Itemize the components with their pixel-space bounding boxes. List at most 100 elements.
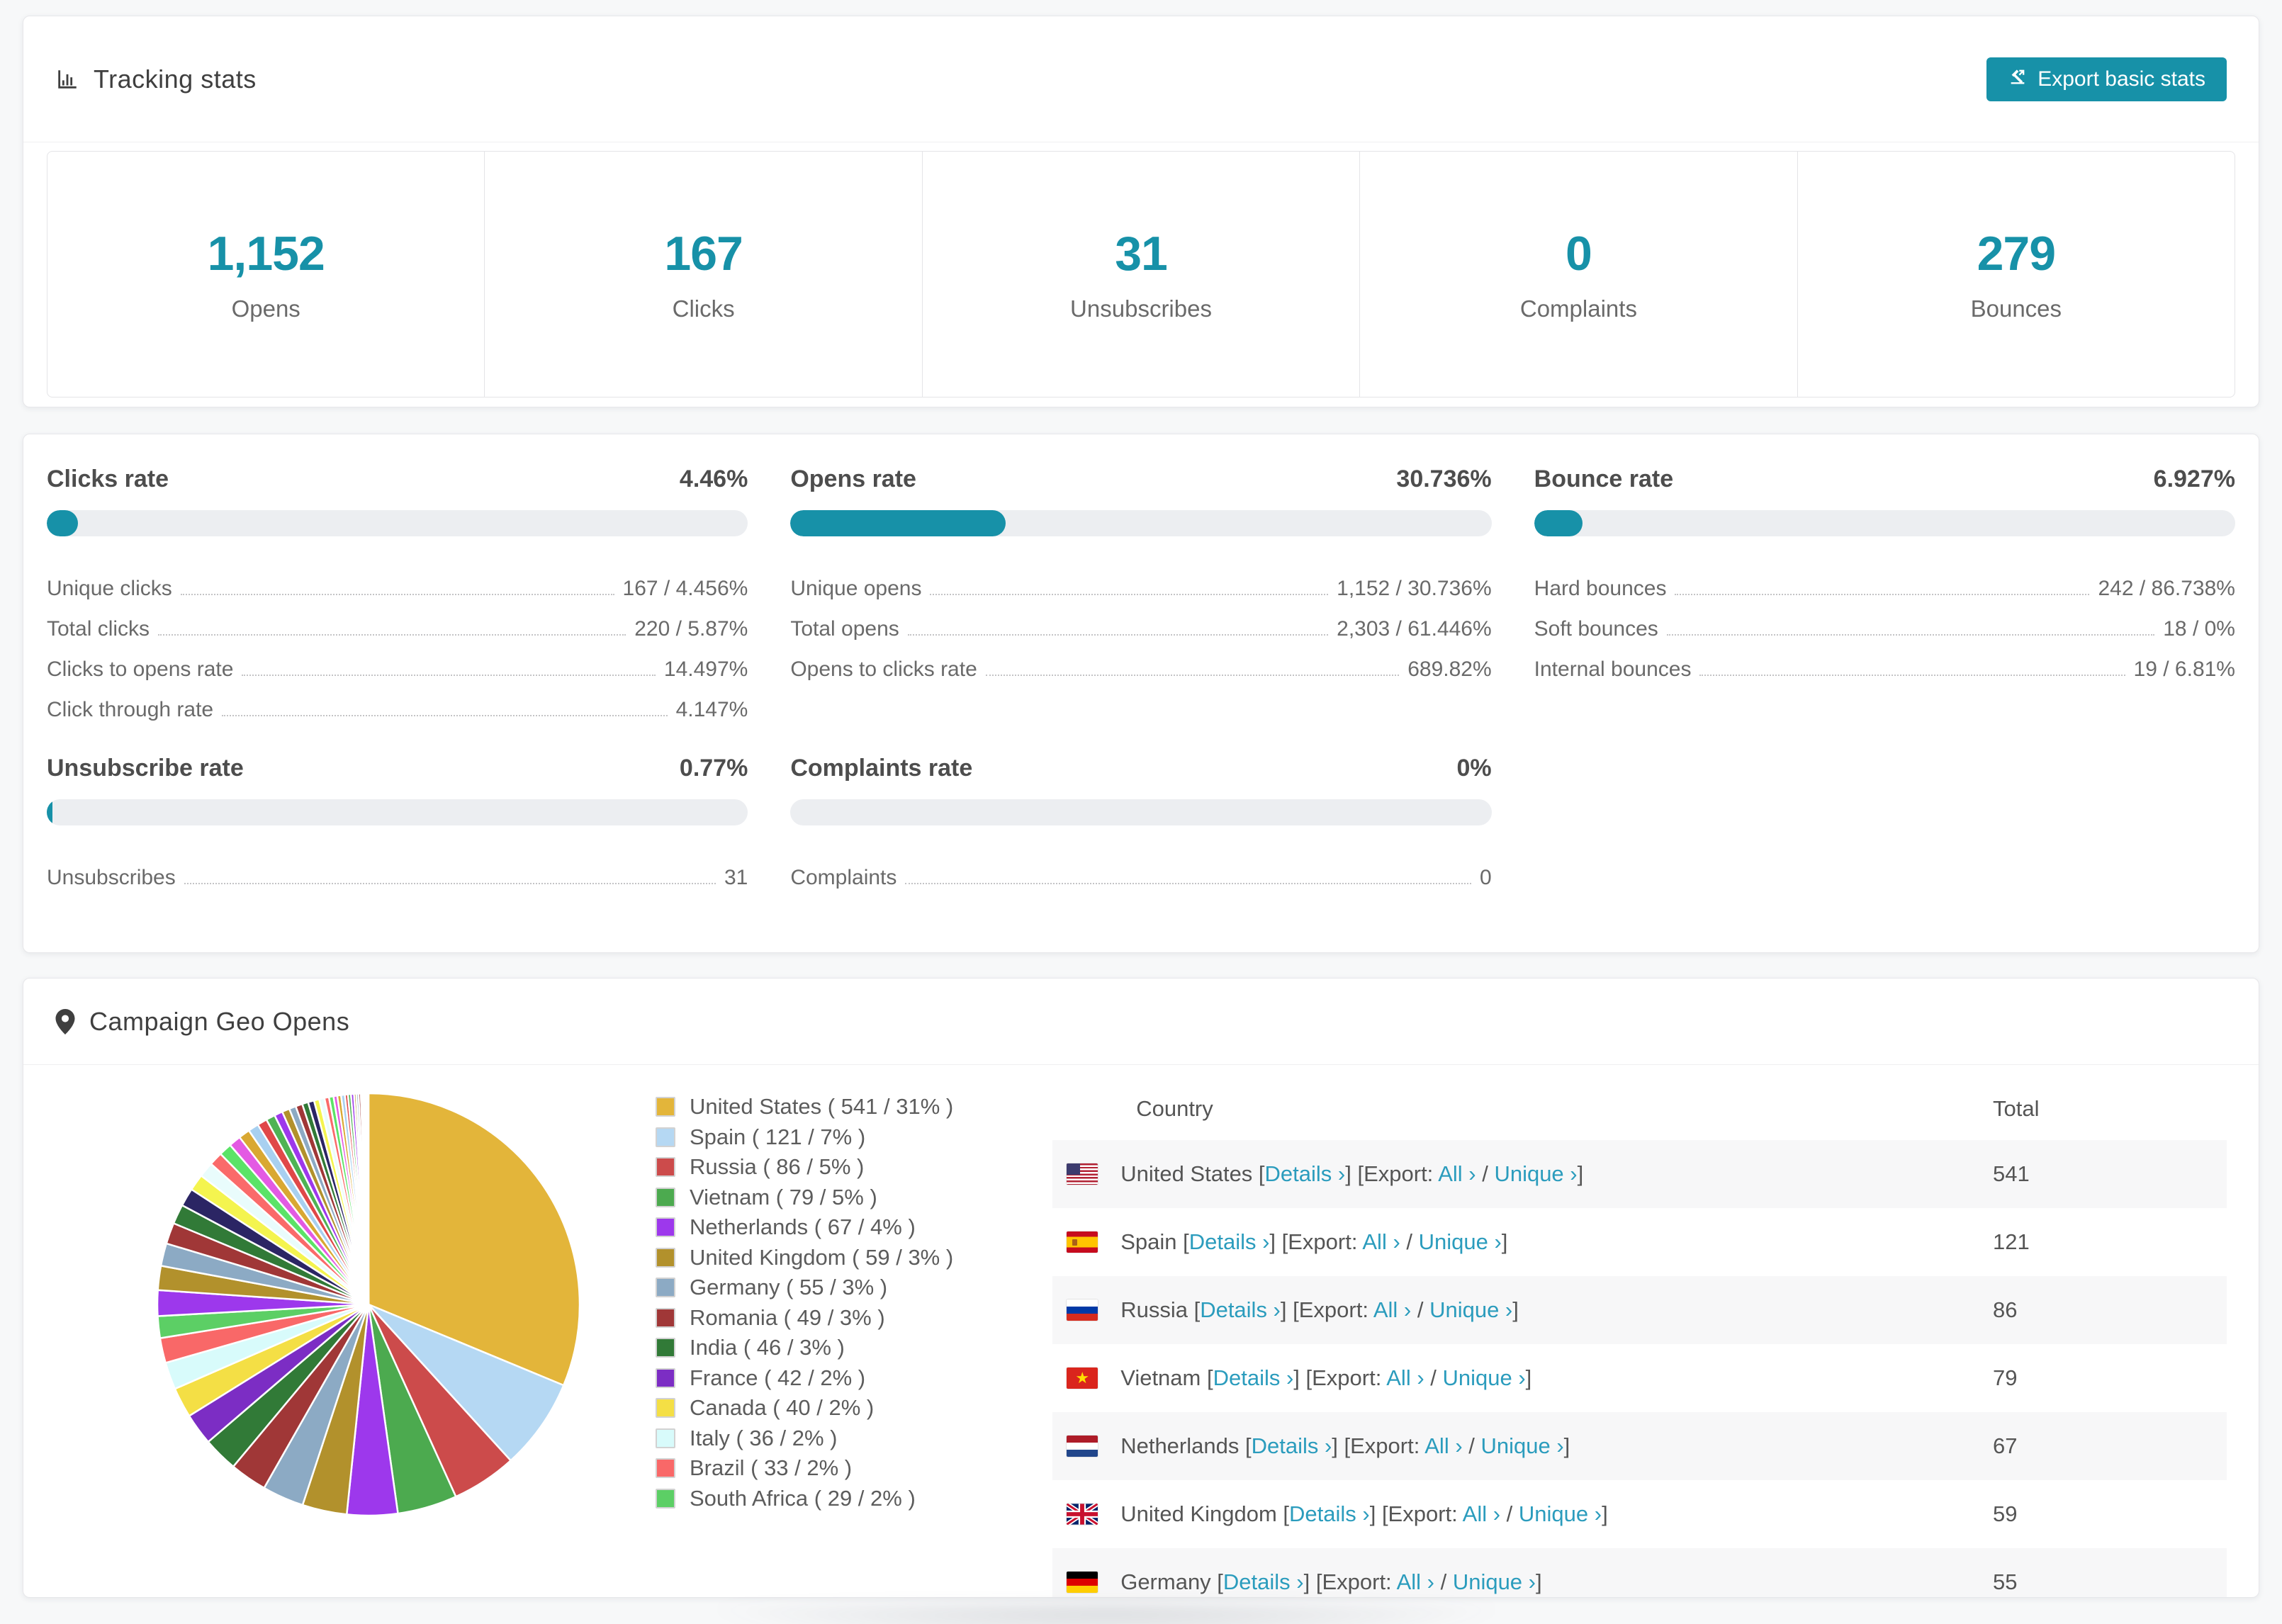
export-all-link[interactable]: All › — [1424, 1433, 1462, 1458]
rate-row-value: 2,303 / 61.446% — [1337, 617, 1492, 641]
progress-bar-fill — [790, 510, 1006, 536]
stats-row: 1,152 Opens 167 Clicks 31 Unsubscribes 0 Compla… — [47, 151, 2235, 397]
stat-box: 279 Bounces — [1797, 152, 2235, 397]
legend-label: Italy ( 36 / 2% ) — [690, 1425, 838, 1450]
rate-head: Clicks rate 4.46% — [47, 466, 748, 493]
dotted-leader — [905, 883, 1471, 884]
export-all-link[interactable]: All › — [1362, 1229, 1400, 1254]
de-flag-icon — [1067, 1572, 1098, 1593]
rate-row-value: 0 — [1479, 866, 1492, 889]
export-unique-link[interactable]: Unique › — [1442, 1365, 1525, 1390]
country-links: Germany [Details ›] [Export: All › / Uni… — [1120, 1569, 1542, 1594]
stat-label: Opens — [231, 295, 300, 322]
export-unique-link[interactable]: Unique › — [1419, 1229, 1502, 1254]
legend-swatch — [656, 1278, 675, 1298]
rate-row: Total clicks 220 / 5.87% — [47, 601, 748, 641]
dotted-leader — [907, 634, 1329, 636]
details-link[interactable]: Details › — [1189, 1229, 1270, 1254]
details-link[interactable]: Details › — [1265, 1161, 1346, 1186]
rate-row-label: Total clicks — [47, 617, 150, 641]
table-row: Netherlands [Details ›] [Export: All › /… — [1052, 1412, 2227, 1480]
legend-swatch — [656, 1097, 675, 1117]
country-cell-content: United Kingdom [Details ›] [Export: All … — [1052, 1480, 1993, 1548]
column-header-country: Country — [1136, 1096, 1213, 1121]
export-all-link[interactable]: All › — [1373, 1297, 1411, 1322]
rate-row-label: Clicks to opens rate — [47, 658, 234, 681]
legend-swatch — [656, 1338, 675, 1358]
rate-rows: Hard bounces 242 / 86.738% Soft bounces 18 … — [1534, 560, 2235, 682]
rate-panel-clicks-rate: Clicks rate 4.46% Unique clicks 167 / 4.456… — [47, 466, 748, 722]
export-basic-stats-button[interactable]: Export basic stats — [1986, 57, 2227, 101]
stat-box: 31 Unsubscribes — [921, 152, 1359, 397]
rate-title: Clicks rate — [47, 466, 169, 492]
dotted-leader — [242, 675, 656, 676]
export-all-link[interactable]: All › — [1397, 1569, 1434, 1594]
rate-row-label: Soft bounces — [1534, 617, 1658, 641]
progress-bar-fill — [47, 799, 52, 825]
stat-label: Complaints — [1519, 295, 1637, 322]
us-flag-icon — [1067, 1163, 1098, 1185]
rate-row: Internal bounces 19 / 6.81% — [1534, 641, 2235, 682]
details-link[interactable]: Details › — [1289, 1501, 1370, 1526]
legend-label: Germany ( 55 / 3% ) — [690, 1275, 888, 1300]
progress-bar-fill — [1534, 510, 1583, 536]
progress-bar-fill — [47, 510, 79, 536]
rate-row: Total opens 2,303 / 61.446% — [790, 601, 1491, 641]
legend-swatch — [656, 1488, 675, 1509]
legend-swatch — [656, 1247, 675, 1268]
es-flag-icon — [1067, 1231, 1098, 1253]
export-all-link[interactable]: All › — [1463, 1501, 1500, 1526]
legend-swatch — [656, 1368, 675, 1388]
rate-title: Unsubscribe rate — [47, 755, 244, 782]
dotted-leader — [158, 634, 626, 636]
pie-slice[interactable] — [366, 1092, 370, 1306]
rate-head: Bounce rate 6.927% — [1534, 466, 2235, 493]
legend-label: Canada ( 40 / 2% ) — [690, 1395, 875, 1421]
export-all-link[interactable]: All › — [1438, 1161, 1476, 1186]
rate-head: Unsubscribe rate 0.77% — [47, 755, 748, 782]
table-row: Germany [Details ›] [Export: All › / Uni… — [1052, 1548, 2227, 1597]
legend-label: South Africa ( 29 / 2% ) — [690, 1485, 916, 1511]
details-link[interactable]: Details › — [1223, 1569, 1304, 1594]
legend-swatch — [656, 1187, 675, 1207]
table-row: United Kingdom [Details ›] [Export: All … — [1052, 1480, 2227, 1548]
campaign-geo-opens-card: Campaign Geo Opens United States ( 541 /… — [23, 978, 2259, 1598]
tracking-stats-title: Tracking stats — [55, 64, 257, 94]
stat-box: 1,152 Opens — [47, 152, 484, 397]
export-unique-link[interactable]: Unique › — [1480, 1433, 1563, 1458]
ru-flag-icon — [1067, 1299, 1098, 1321]
export-unique-link[interactable]: Unique › — [1429, 1297, 1512, 1322]
progress-bar-track — [790, 799, 1492, 825]
export-unique-link[interactable]: Unique › — [1453, 1569, 1536, 1594]
rate-row: Clicks to opens rate 14.497% — [47, 641, 748, 682]
table-row: Russia [Details ›] [Export: All › / Uniq… — [1052, 1276, 2227, 1344]
legend-label: Romania ( 49 / 3% ) — [690, 1304, 885, 1330]
dotted-leader — [930, 594, 1329, 595]
rate-row-value: 31 — [724, 866, 748, 889]
legend-swatch — [656, 1428, 675, 1448]
rates-card: Clicks rate 4.46% Unique clicks 167 / 4.456… — [23, 434, 2259, 953]
legend-swatch — [656, 1217, 675, 1238]
nl-flag-icon — [1067, 1436, 1098, 1457]
details-link[interactable]: Details › — [1213, 1365, 1294, 1390]
legend-item: United Kingdom ( 59 / 3% ) — [656, 1243, 953, 1273]
export-unique-link[interactable]: Unique › — [1519, 1501, 1602, 1526]
rate-row-label: Hard bounces — [1534, 577, 1667, 600]
rate-panel-bounce-rate: Bounce rate 6.927% Hard bounces 242 / 86.73… — [1534, 466, 2235, 722]
rate-row: Hard bounces 242 / 86.738% — [1534, 560, 2235, 601]
legend-item: Brazil ( 33 / 2% ) — [656, 1453, 953, 1484]
country-cell-content: Russia [Details ›] [Export: All › / Uniq… — [1052, 1276, 1993, 1344]
dotted-leader — [1675, 594, 2090, 595]
country-links: United Kingdom [Details ›] [Export: All … — [1120, 1501, 1608, 1526]
map-pin-icon — [55, 1008, 75, 1034]
rate-row-value: 689.82% — [1407, 658, 1492, 681]
export-unique-link[interactable]: Unique › — [1494, 1161, 1577, 1186]
rate-value: 0% — [1456, 755, 1492, 782]
details-link[interactable]: Details › — [1200, 1297, 1281, 1322]
rate-value: 6.927% — [2153, 466, 2235, 492]
country-cell: United Kingdom [Details ›] [Export: All … — [1052, 1480, 1993, 1548]
details-link[interactable]: Details › — [1252, 1433, 1332, 1458]
stat-label: Bounces — [1970, 295, 2062, 322]
export-all-link[interactable]: All › — [1386, 1365, 1424, 1390]
legend-item: Spain ( 121 / 7% ) — [656, 1122, 953, 1153]
